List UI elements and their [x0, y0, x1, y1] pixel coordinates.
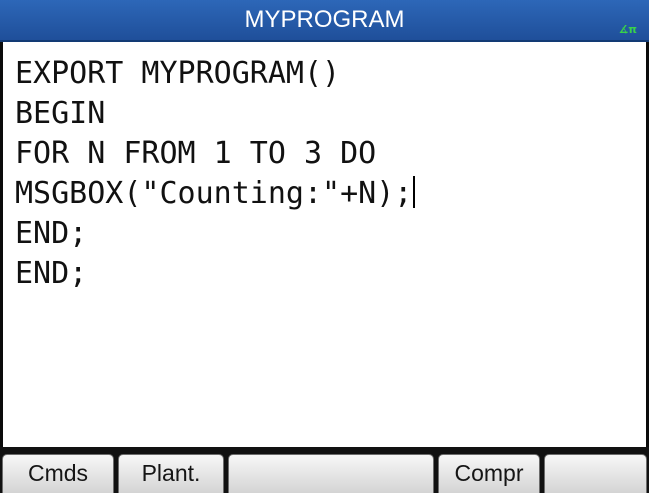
- code-text: END;: [15, 216, 88, 251]
- code-line-6[interactable]: END;: [15, 254, 635, 294]
- softkey-blank-5[interactable]: [544, 454, 647, 493]
- softkey-plant[interactable]: Plant.: [118, 454, 224, 493]
- code-text: MSGBOX("Counting:"+N);: [15, 176, 413, 211]
- code-line-2[interactable]: BEGIN: [15, 94, 635, 134]
- code-text: END;: [15, 256, 88, 291]
- angle-pi-icon: ∡π: [618, 23, 637, 36]
- softkey-compr[interactable]: Compr: [438, 454, 540, 493]
- softkey-blank-3[interactable]: [228, 454, 434, 493]
- code-line-5[interactable]: END;: [15, 214, 635, 254]
- code-text: FOR N FROM 1 TO 3 DO: [15, 136, 377, 171]
- title-bar: MYPROGRAM ∡π: [0, 0, 649, 42]
- text-cursor: [413, 176, 416, 208]
- code-line-4[interactable]: MSGBOX("Counting:"+N);: [15, 174, 635, 214]
- code-line-3[interactable]: FOR N FROM 1 TO 3 DO: [15, 134, 635, 174]
- code-line-1[interactable]: EXPORT MYPROGRAM(): [15, 54, 635, 94]
- program-editor[interactable]: EXPORT MYPROGRAM() BEGIN FOR N FROM 1 TO…: [0, 42, 649, 447]
- softkey-cmds[interactable]: Cmds: [2, 454, 114, 493]
- softkey-bar: Cmds Plant. Compr: [0, 447, 649, 493]
- program-title: MYPROGRAM: [244, 6, 405, 33]
- code-lines: EXPORT MYPROGRAM() BEGIN FOR N FROM 1 TO…: [15, 54, 635, 294]
- code-text: BEGIN: [15, 96, 106, 131]
- code-text: EXPORT MYPROGRAM(): [15, 56, 341, 91]
